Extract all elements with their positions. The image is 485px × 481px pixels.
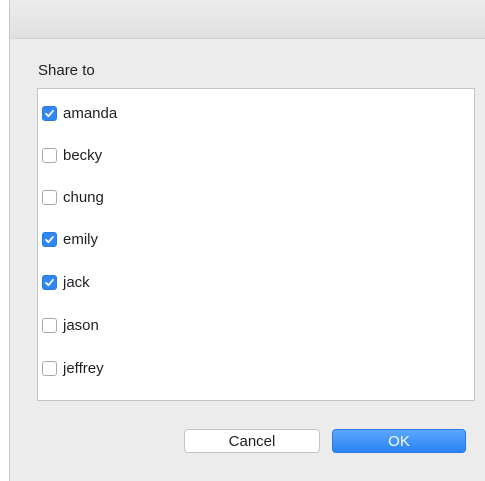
user-label: emily [63,230,99,248]
list-item-chung[interactable]: chung [42,185,104,209]
dialog-title: Share to [38,62,95,79]
user-label: becky [63,146,103,164]
user-label: jason [63,316,99,334]
list-item-jack[interactable]: jack [42,270,90,294]
ok-button[interactable]: OK [332,429,466,453]
checkbox-chung[interactable] [42,189,57,205]
checkbox-jeffrey[interactable] [42,360,57,376]
user-list[interactable]: amanda becky chung emily jack jason jeff… [37,88,475,401]
checkmark-icon [45,235,54,243]
list-item-becky[interactable]: becky [42,143,102,167]
checkbox-becky[interactable] [42,147,57,163]
cancel-button[interactable]: Cancel [184,429,320,453]
checkbox-jack[interactable] [42,274,57,290]
checkmark-icon [45,278,54,286]
user-label: amanda [63,104,118,122]
list-item-amanda[interactable]: amanda [42,101,117,125]
user-label: jack [63,273,90,291]
checkmark-icon [45,109,54,117]
dialog-titlebar [10,0,485,39]
checkbox-jason[interactable] [42,317,57,333]
share-dialog: Share to amanda becky chung emily jack j… [9,0,485,481]
user-label: chung [63,188,104,206]
list-item-jeffrey[interactable]: jeffrey [42,356,104,380]
checkbox-amanda[interactable] [42,105,57,121]
list-item-jason[interactable]: jason [42,313,99,337]
user-label: jeffrey [63,359,104,377]
list-item-emily[interactable]: emily [42,227,98,251]
checkbox-emily[interactable] [42,231,57,247]
